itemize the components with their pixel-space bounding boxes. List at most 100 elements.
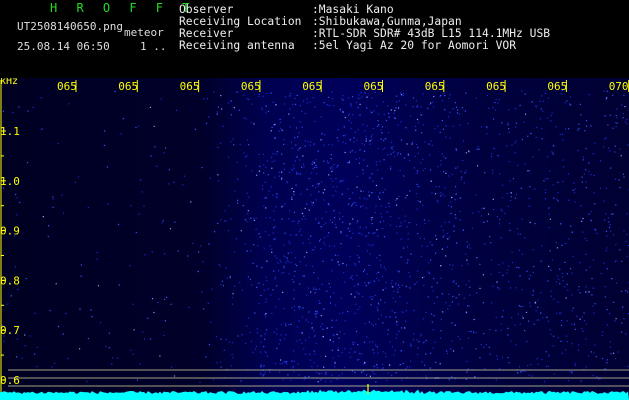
noise-dot <box>400 350 402 352</box>
noise-dot <box>435 235 437 237</box>
noise-dot <box>521 139 523 141</box>
noise-dot <box>48 225 50 227</box>
noise-dot <box>484 243 486 245</box>
noise-dot <box>424 222 426 224</box>
noise-dot <box>404 215 406 217</box>
noise-dot <box>561 320 563 322</box>
noise-dot <box>354 202 356 204</box>
noise-dot <box>377 169 379 171</box>
noise-dot <box>335 190 337 192</box>
noise-dot <box>258 93 260 96</box>
noise-dot <box>421 245 423 247</box>
noise-dot <box>298 132 300 134</box>
noise-dot <box>359 306 361 308</box>
noise-dot <box>579 318 581 320</box>
noise-dot <box>400 93 403 96</box>
noise-dot <box>619 249 621 251</box>
noise-dot <box>151 251 153 253</box>
noise-dot <box>301 218 303 220</box>
noise-dot <box>336 378 338 380</box>
noise-dot <box>65 312 67 315</box>
noise-dot <box>434 128 436 130</box>
noise-dot <box>351 274 353 277</box>
noise-dot <box>479 287 481 289</box>
noise-dot <box>465 253 467 255</box>
noise-dot <box>357 107 359 109</box>
noise-dot <box>263 373 265 375</box>
noise-dot <box>173 375 176 377</box>
noise-dot <box>2 110 4 112</box>
noise-dot <box>572 189 574 191</box>
noise-dot <box>343 272 345 274</box>
noise-dot <box>330 380 332 383</box>
noise-dot <box>430 180 432 182</box>
noise-dot <box>220 366 222 368</box>
noise-dot <box>626 118 628 121</box>
noise-dot <box>329 302 331 304</box>
noise-dot <box>299 159 301 161</box>
noise-dot <box>250 250 252 252</box>
noise-dot <box>311 249 314 251</box>
noise-dot <box>275 206 277 208</box>
noise-dot <box>443 234 445 237</box>
noise-dot <box>577 289 579 291</box>
noise-dot <box>373 352 375 354</box>
noise-dot <box>289 210 291 212</box>
noise-dot <box>245 118 247 120</box>
noise-dot <box>309 242 311 244</box>
noise-dot <box>565 335 567 337</box>
noise-dot <box>409 159 411 161</box>
noise-dot <box>508 362 510 364</box>
noise-dot <box>583 156 585 158</box>
noise-dot <box>592 305 594 307</box>
noise-dot <box>461 176 463 178</box>
noise-dot <box>312 161 314 163</box>
noise-dot <box>381 126 383 128</box>
noise-dot <box>391 346 393 348</box>
noise-dot <box>608 226 611 229</box>
noise-dot <box>62 212 65 214</box>
noise-dot <box>609 346 611 348</box>
noise-dot <box>308 353 311 355</box>
noise-dot <box>614 145 616 147</box>
noise-dot <box>612 127 614 129</box>
noise-dot <box>331 170 333 173</box>
noise-dot <box>298 374 300 376</box>
noise-dot <box>569 103 571 105</box>
noise-dot <box>302 275 304 277</box>
noise-dot <box>308 311 310 313</box>
noise-dot <box>622 113 625 115</box>
noise-dot <box>604 138 606 140</box>
noise-dot <box>522 317 524 319</box>
noise-dot <box>559 312 561 314</box>
noise-dot <box>323 308 325 310</box>
noise-dot <box>281 206 283 208</box>
noise-dot <box>316 310 318 312</box>
noise-dot <box>291 360 294 362</box>
noise-dot <box>606 324 608 326</box>
x-tick-label: 065 <box>302 80 322 93</box>
noise-dot <box>296 156 298 158</box>
noise-dot <box>584 130 586 132</box>
noise-dot <box>263 346 265 348</box>
noise-dot <box>532 156 534 158</box>
noise-dot <box>547 320 550 322</box>
noise-dot <box>290 323 292 325</box>
noise-dot <box>331 326 333 328</box>
noise-dot <box>262 153 264 155</box>
noise-dot <box>458 293 460 296</box>
noise-dot <box>243 94 245 96</box>
noise-dot <box>231 354 233 356</box>
noise-dot <box>362 172 365 174</box>
noise-dot <box>586 125 588 127</box>
noise-dot <box>108 332 110 334</box>
noise-dot <box>385 119 388 122</box>
noise-dot <box>568 128 570 130</box>
noise-dot <box>451 322 453 324</box>
noise-dot <box>365 207 367 209</box>
noise-dot <box>132 303 134 305</box>
noise-dot <box>411 143 413 145</box>
noise-dot <box>402 341 404 343</box>
noise-dot <box>237 178 239 180</box>
noise-dot <box>402 363 404 365</box>
